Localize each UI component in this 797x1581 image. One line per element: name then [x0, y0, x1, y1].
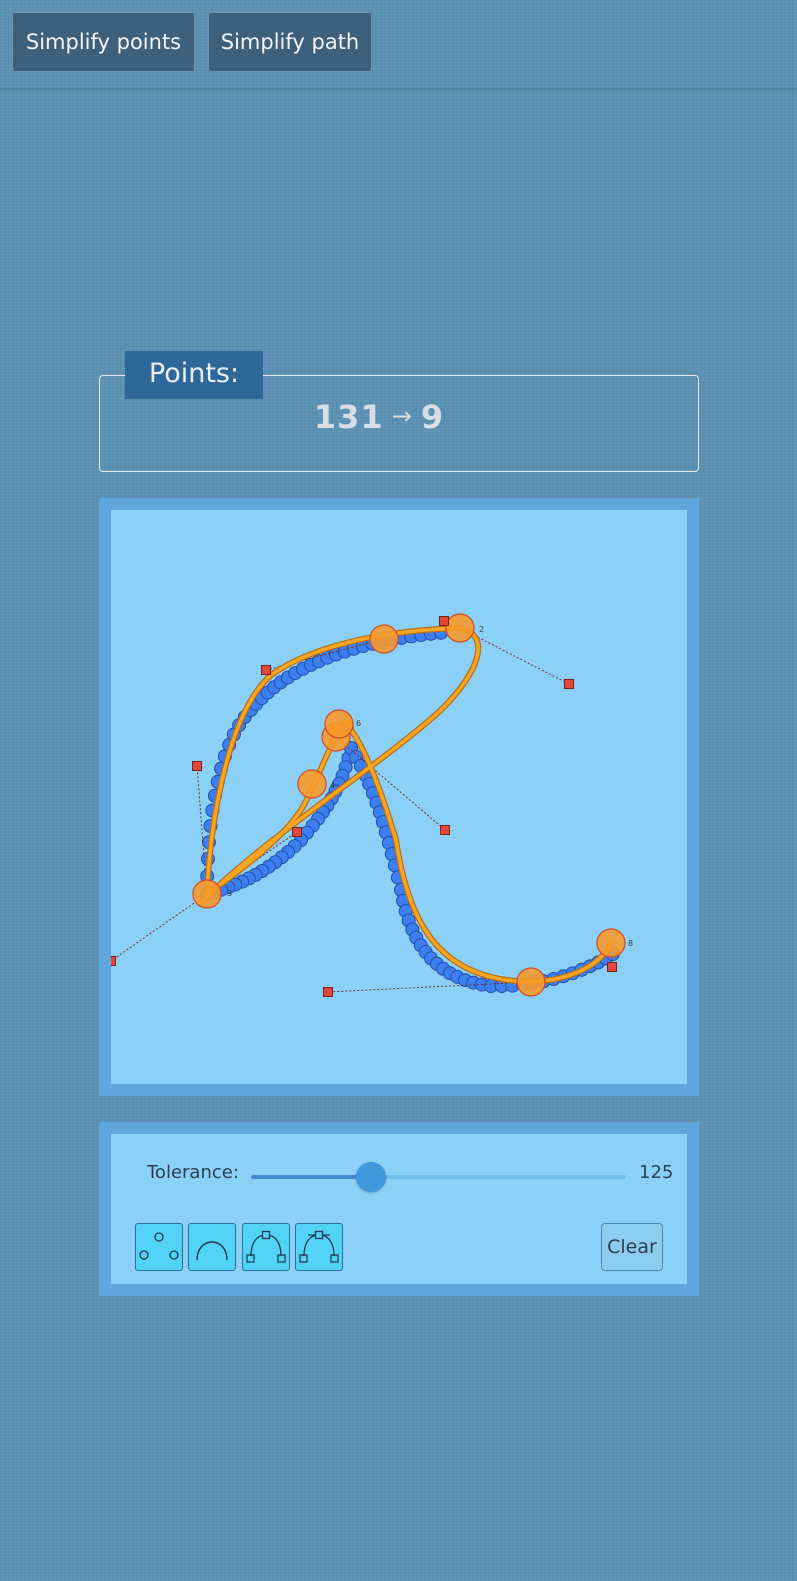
control-handle	[564, 679, 574, 689]
control-handle	[439, 616, 449, 626]
clear-button[interactable]: Clear	[601, 1223, 663, 1271]
simplify-path-button[interactable]: Simplify path	[208, 12, 372, 72]
anchor-point	[516, 967, 546, 997]
anchor-point	[445, 613, 475, 643]
simplified-point-count: 9	[420, 398, 445, 436]
anchor-point	[369, 624, 399, 654]
arc-mode-button[interactable]	[188, 1223, 236, 1271]
simplify-points-button[interactable]: Simplify points	[12, 12, 195, 72]
control-handle	[261, 665, 271, 675]
anchor-point	[192, 879, 222, 909]
anchor-label: 2	[479, 625, 484, 634]
control-handle	[292, 827, 302, 837]
control-handle	[323, 987, 333, 997]
controls-panel: Tolerance: 125 Clear	[111, 1134, 687, 1284]
anchor-label: 8	[628, 939, 633, 948]
bezier-handles-mode-button[interactable]	[295, 1223, 343, 1271]
controls-frame: Tolerance: 125 Clear	[99, 1122, 699, 1296]
bezier-mode-icon	[246, 1230, 286, 1263]
points-legend: Points:	[125, 351, 263, 399]
tolerance-value: 125	[639, 1162, 674, 1183]
bezier-mode-button[interactable]	[242, 1223, 290, 1271]
points-count: 131 → 9	[99, 398, 659, 436]
tolerance-slider-thumb[interactable]	[356, 1162, 386, 1192]
control-handle	[192, 761, 202, 771]
control-handle	[440, 825, 450, 835]
drawing-canvas[interactable]: 2 3 4 6 8	[111, 510, 687, 1084]
bezier-handles-mode-icon	[299, 1230, 339, 1263]
points-mode-icon	[139, 1232, 179, 1260]
anchor-label: 6	[356, 719, 361, 728]
anchor-label: 3	[227, 889, 232, 898]
tolerance-label: Tolerance:	[147, 1162, 239, 1183]
anchor-point	[324, 709, 354, 739]
arc-mode-icon	[196, 1241, 228, 1261]
points-mode-button[interactable]	[135, 1223, 183, 1271]
top-toolbar: Simplify points Simplify path	[0, 0, 797, 90]
control-handle	[111, 956, 116, 966]
original-point-count: 131	[313, 398, 384, 436]
handle-line	[111, 893, 208, 962]
anchor-point	[297, 769, 327, 799]
anchor-label: 4	[330, 781, 335, 790]
tolerance-slider-fill	[251, 1175, 371, 1179]
anchor-point	[596, 928, 626, 958]
arrow-icon: →	[391, 402, 413, 430]
tolerance-slider[interactable]	[251, 1162, 626, 1192]
control-handle	[607, 962, 617, 972]
path-drawing[interactable]: 2 3 4 6 8	[111, 510, 687, 1084]
canvas-frame: 2 3 4 6 8	[99, 498, 699, 1096]
